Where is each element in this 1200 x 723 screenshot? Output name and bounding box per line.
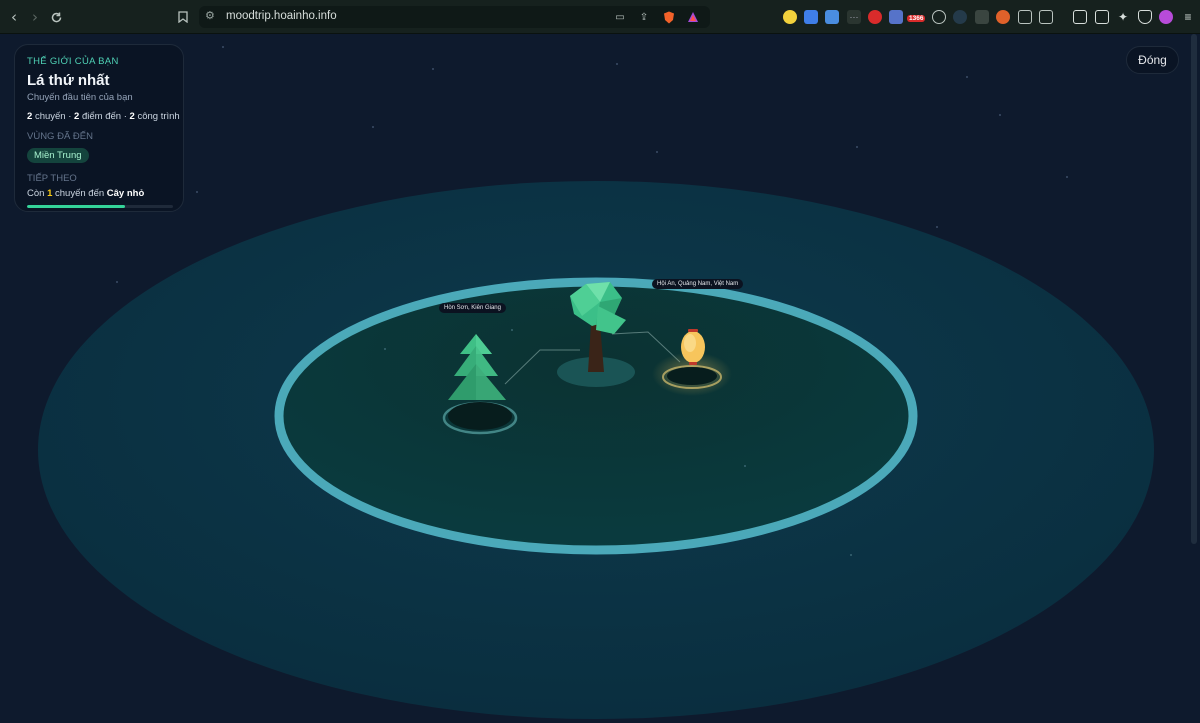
extension-11-icon[interactable] [996, 10, 1010, 24]
next-heading: TIẾP THEO [27, 173, 77, 184]
next-target: Cây nhỏ [106, 188, 145, 199]
extension-3-icon[interactable] [825, 10, 839, 24]
more-icon[interactable]: ··· [847, 10, 861, 24]
milestone-progress-bar [27, 205, 173, 208]
destinations-label: điểm đến [81, 111, 122, 122]
next-middle: chuyến đến [55, 188, 105, 199]
next-count: 1 [47, 188, 53, 199]
trips-count: 2 [27, 111, 33, 122]
vpn-shield-icon[interactable] [1138, 10, 1152, 24]
destinations-count: 2 [74, 111, 80, 122]
stats-separator: · [123, 111, 127, 122]
regions-heading: VÙNG ĐÃ ĐẾN [27, 131, 93, 142]
region-chip[interactable]: Miền Trung [27, 148, 89, 163]
extension-10-icon[interactable] [975, 10, 989, 24]
back-icon[interactable]: ‹ [3, 6, 25, 28]
milestone-progress-fill [27, 205, 125, 208]
adblock-icon[interactable] [868, 10, 882, 24]
wallet-icon[interactable] [1095, 10, 1109, 24]
brave-shields-icon[interactable] [662, 10, 676, 24]
world-view: Hòn Sơn, Kiên Giang Hội An, Quảng Nam, V… [0, 34, 1200, 723]
stats-separator: · [68, 111, 72, 122]
world-subtitle: Chuyến đầu tiên của bạn [27, 92, 133, 103]
profile-icon[interactable] [1159, 10, 1173, 24]
world-title: Lá thứ nhất [27, 72, 110, 89]
panel-eyebrow: THẾ GIỚI CỦA BẠN [27, 56, 119, 67]
bookmark-icon[interactable] [172, 6, 194, 28]
extension-badge: 1366 [907, 15, 926, 22]
leo-ai-icon[interactable]: ✦ [1116, 10, 1130, 24]
address-bar[interactable]: ⚙ moodtrip.hoainho.info ▭ ⇪ [199, 6, 710, 28]
brave-rewards-icon[interactable] [686, 10, 700, 24]
trips-label: chuyến [34, 111, 66, 122]
extension-8-icon[interactable] [932, 10, 946, 24]
browser-toolbar: ‹ › ⚙ moodtrip.hoainho.info ▭ ⇪ ··· 1366… [0, 0, 1200, 34]
close-button[interactable]: Đóng [1126, 46, 1179, 74]
location-label-hoi-an[interactable]: Hội An, Quảng Nam, Việt Nam [652, 279, 744, 289]
sidebar-icon[interactable] [1073, 10, 1087, 24]
buildings-label: công trình [137, 111, 180, 122]
scrollbar[interactable] [1191, 34, 1197, 544]
extension-6-icon[interactable] [889, 10, 903, 24]
world-info-panel: THẾ GIỚI CỦA BẠN Lá thứ nhất Chuyến đầu … [14, 44, 184, 212]
world-stats: 2 chuyến · 2 điểm đến · 2 công trình [27, 111, 180, 122]
site-settings-icon[interactable]: ⚙ [205, 9, 219, 25]
buildings-count: 2 [129, 111, 135, 122]
forward-icon[interactable]: › [24, 6, 46, 28]
menu-icon[interactable]: ≡ [1181, 10, 1195, 24]
location-label-hon-son[interactable]: Hòn Sơn, Kiên Giang [439, 303, 506, 313]
extension-9-icon[interactable] [953, 10, 967, 24]
url-text: moodtrip.hoainho.info [226, 10, 337, 22]
extension-1-icon[interactable] [783, 10, 797, 24]
next-milestone-text: Còn 1 chuyến đến Cây nhỏ [27, 188, 171, 199]
share-icon[interactable]: ⇪ [637, 10, 651, 24]
reload-icon[interactable] [45, 6, 67, 28]
translate-extension-icon[interactable] [804, 10, 818, 24]
cast-icon[interactable]: ▭ [613, 10, 627, 24]
puzzle-icon[interactable] [1018, 10, 1032, 24]
next-prefix: Còn [27, 188, 45, 199]
screenshot-icon[interactable] [1039, 10, 1053, 24]
